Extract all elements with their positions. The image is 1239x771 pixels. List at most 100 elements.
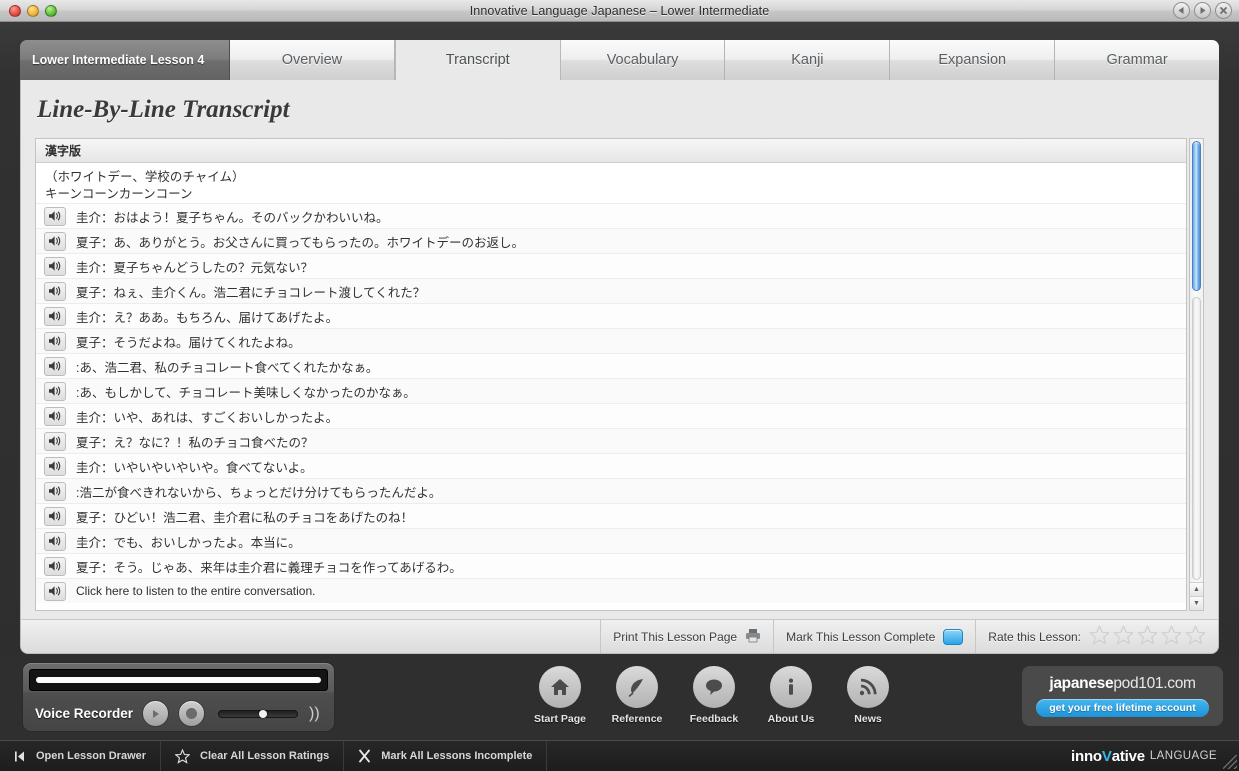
record-icon[interactable] bbox=[178, 700, 206, 727]
transcript-row[interactable]: 夏子：ひどい！浩二君、圭介君に私のチョコをあげたのね！ bbox=[36, 503, 1186, 528]
brand-pre: inno bbox=[1071, 747, 1102, 765]
open-lesson-drawer-button[interactable]: Open Lesson Drawer bbox=[0, 741, 162, 771]
rate-lesson-control[interactable]: Rate this Lesson: bbox=[975, 620, 1218, 653]
home-icon bbox=[539, 666, 581, 708]
rating-star[interactable] bbox=[1137, 625, 1158, 648]
clear-all-lesson-ratings-button[interactable]: Clear All Lesson Ratings bbox=[161, 741, 345, 771]
play-line-audio-icon[interactable] bbox=[44, 381, 66, 401]
rating-star[interactable] bbox=[1161, 625, 1182, 648]
rate-label: Rate this Lesson: bbox=[988, 629, 1081, 644]
mark-all-lessons-incomplete-button[interactable]: Mark All Lessons Incomplete bbox=[344, 741, 548, 771]
play-line-audio-icon[interactable] bbox=[44, 481, 66, 501]
transcript-line-text: 圭介：いやいやいやいや。食べてないよ。 bbox=[76, 460, 313, 475]
transcript-line-text: 夏子：ひどい！浩二君、圭介君に私のチョコをあげたのね！ bbox=[76, 510, 414, 525]
tab-label: Transcript bbox=[445, 52, 510, 68]
volume-slider[interactable] bbox=[218, 709, 299, 718]
mark-lesson-complete-button[interactable]: Mark This Lesson Complete bbox=[773, 620, 975, 653]
play-line-audio-icon[interactable] bbox=[44, 406, 66, 426]
transcript-line-text: :あ、もしかして、チョコレート美味しくなかったのかなぁ。 bbox=[76, 385, 416, 400]
tab-transcript[interactable]: Transcript bbox=[394, 40, 561, 80]
dock-item-news[interactable]: News bbox=[838, 666, 898, 725]
window-body: Lower Intermediate Lesson 4 Overview Tra… bbox=[0, 22, 1239, 771]
info-icon bbox=[770, 666, 812, 708]
transcript-row[interactable]: :浩二が食べきれないから、ちょっとだけ分けてもらったんだよ。 bbox=[36, 478, 1186, 503]
play-line-audio-icon[interactable] bbox=[44, 506, 66, 526]
print-lesson-button[interactable]: Print This Lesson Page bbox=[600, 620, 773, 653]
scrollbar-rail[interactable] bbox=[1192, 297, 1201, 580]
transcript-row[interactable]: 圭介：夏子ちゃんどうしたの？元気ない？ bbox=[36, 253, 1186, 278]
transcript-row[interactable]: 夏子：あ、ありがとう。お父さんに買ってもらったの。ホワイトデーのお返し。 bbox=[36, 228, 1186, 253]
play-line-audio-icon[interactable] bbox=[44, 231, 66, 251]
rating-star[interactable] bbox=[1113, 625, 1134, 648]
tab-overview[interactable]: Overview bbox=[230, 40, 395, 80]
transcript-row[interactable]: 夏子：ねぇ、圭介くん。浩二君にチョコレート渡してくれた？ bbox=[36, 278, 1186, 303]
scroll-down-icon[interactable]: ▼ bbox=[1190, 596, 1203, 610]
tab-grammar[interactable]: Grammar bbox=[1055, 40, 1219, 80]
transcript-area: 漢字版 （ホワイトデー、学校のチャイム） キーンコーンカーンコーン 圭介：おはよ… bbox=[35, 138, 1204, 611]
window-title: Innovative Language Japanese – Lower Int… bbox=[469, 3, 770, 18]
dock-item-about-us[interactable]: About Us bbox=[761, 666, 821, 725]
tab-kanji[interactable]: Kanji bbox=[725, 40, 891, 80]
rating-star[interactable] bbox=[1089, 625, 1110, 648]
tab-expansion[interactable]: Expansion bbox=[890, 40, 1056, 80]
tab-label: Lower Intermediate Lesson 4 bbox=[32, 53, 205, 67]
brand-post: ative bbox=[1111, 747, 1145, 765]
play-line-audio-icon[interactable] bbox=[44, 531, 66, 551]
promo-title: japanesepod101.com bbox=[1049, 675, 1196, 693]
play-line-audio-icon[interactable] bbox=[44, 331, 66, 351]
transcript-rows: 圭介：おはよう！夏子ちゃん。そのバックかわいいね。 夏子：あ、ありがとう。お父さん… bbox=[36, 203, 1186, 603]
play-line-audio-icon[interactable] bbox=[44, 206, 66, 226]
transcript-row[interactable]: 圭介：おはよう！夏子ちゃん。そのバックかわいいね。 bbox=[36, 203, 1186, 228]
dock-item-reference[interactable]: Reference bbox=[607, 666, 667, 725]
status-bar: Open Lesson Drawer Clear All Lesson Rati… bbox=[0, 740, 1239, 771]
status-item-label: Clear All Lesson Ratings bbox=[200, 750, 330, 762]
play-line-audio-icon[interactable] bbox=[44, 306, 66, 326]
transcript-intro-line: キーンコーンカーンコーン bbox=[45, 187, 193, 201]
rating-star[interactable] bbox=[1185, 625, 1206, 648]
volume-slider-knob[interactable] bbox=[258, 709, 267, 718]
play-line-audio-icon[interactable] bbox=[44, 281, 66, 301]
lesson-page-footer: Print This Lesson Page Mark This Lesson … bbox=[21, 619, 1218, 653]
play-line-audio-icon[interactable] bbox=[44, 456, 66, 476]
scroll-up-icon[interactable]: ▲ bbox=[1190, 582, 1203, 596]
promo-panel[interactable]: japanesepod101.com get your free lifetim… bbox=[1022, 666, 1223, 726]
transcript-row[interactable]: 夏子：そうだよね。届けてくれたよね。 bbox=[36, 328, 1186, 353]
back-icon[interactable] bbox=[1173, 2, 1190, 19]
play-line-audio-icon[interactable] bbox=[44, 431, 66, 451]
dock-item-feedback[interactable]: Feedback bbox=[684, 666, 744, 725]
rating-stars[interactable] bbox=[1089, 625, 1206, 648]
play-icon[interactable] bbox=[142, 700, 170, 727]
resize-grip[interactable] bbox=[1223, 755, 1237, 769]
play-line-audio-icon[interactable] bbox=[44, 581, 66, 601]
transcript-row[interactable]: :あ、もしかして、チョコレート美味しくなかったのかなぁ。 bbox=[36, 378, 1186, 403]
recorder-waveform bbox=[36, 677, 321, 683]
play-line-audio-icon[interactable] bbox=[44, 356, 66, 376]
scrollbar-track[interactable] bbox=[1190, 139, 1203, 582]
transcript-row[interactable]: 圭介：でも、おいしかったよ。本当に。 bbox=[36, 528, 1186, 553]
speech-bubble-icon bbox=[693, 666, 735, 708]
transcript-line-text: 夏子：そう。じゃあ、来年は圭介君に義理チョコを作ってあげるわ。 bbox=[76, 560, 462, 575]
transcript-row[interactable]: 夏子：そう。じゃあ、来年は圭介君に義理チョコを作ってあげるわ。 bbox=[36, 553, 1186, 578]
transcript-row[interactable]: 圭介：え？ああ。もちろん、届けてあげたよ。 bbox=[36, 303, 1186, 328]
forward-icon[interactable] bbox=[1194, 2, 1211, 19]
dock-item-start-page[interactable]: Start Page bbox=[530, 666, 590, 725]
tab-lesson-title[interactable]: Lower Intermediate Lesson 4 bbox=[20, 40, 230, 80]
tab-vocabulary[interactable]: Vocabulary bbox=[560, 40, 726, 80]
transcript-line-text: 夏子：ねぇ、圭介くん。浩二君にチョコレート渡してくれた？ bbox=[76, 285, 426, 300]
tab-label: Kanji bbox=[791, 52, 824, 68]
transcript-row[interactable]: 夏子：え？なに？！私のチョコ食べたの？ bbox=[36, 428, 1186, 453]
tab-label: Overview bbox=[281, 52, 343, 68]
complete-checkbox[interactable] bbox=[943, 628, 964, 645]
print-label: Print This Lesson Page bbox=[613, 629, 738, 644]
transcript-row[interactable]: Click here to listen to the entire conve… bbox=[36, 578, 1186, 603]
play-line-audio-icon[interactable] bbox=[44, 256, 66, 276]
close-icon[interactable] bbox=[1215, 2, 1232, 19]
transcript-scrollbar[interactable]: ▲ ▼ bbox=[1189, 138, 1204, 611]
transcript-line-text: 圭介：夏子ちゃんどうしたの？元気ない？ bbox=[76, 260, 314, 275]
play-line-audio-icon[interactable] bbox=[44, 556, 66, 576]
promo-signup-button[interactable]: get your free lifetime account bbox=[1036, 699, 1209, 717]
transcript-row[interactable]: :あ、浩二君、私のチョコレート食べてくれたかなぁ。 bbox=[36, 353, 1186, 378]
scrollbar-thumb[interactable] bbox=[1192, 141, 1201, 291]
transcript-row[interactable]: 圭介：いやいやいやいや。食べてないよ。 bbox=[36, 453, 1186, 478]
transcript-row[interactable]: 圭介：いや、あれは、すごくおいしかったよ。 bbox=[36, 403, 1186, 428]
